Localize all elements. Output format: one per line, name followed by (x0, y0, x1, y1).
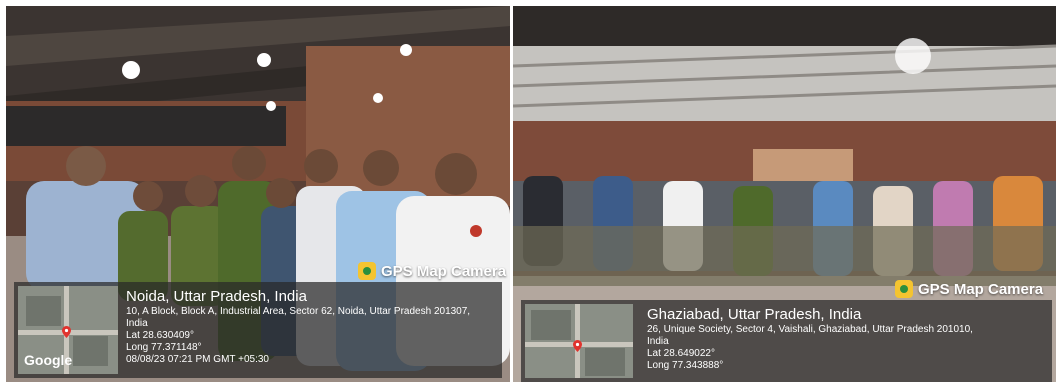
geotag-overlay: Ghaziabad, Uttar Pradesh, India 26, Uniq… (521, 300, 1052, 382)
gps-map-camera-icon (358, 262, 376, 280)
photo-ghaziabad: GPS Map Camera Ghaziabad, Uttar Pradesh,… (513, 6, 1056, 382)
badge-label: GPS Map Camera (381, 262, 507, 280)
location-title: Noida, Uttar Pradesh, India (126, 288, 307, 305)
address-line-1: 10, A Block, Block A, Industrial Area, S… (126, 306, 471, 317)
badge-label: GPS Map Camera (918, 280, 1044, 298)
timestamp: 08/08/23 07:21 PM GMT +05:30 (126, 354, 269, 365)
address-line-2: India (126, 318, 148, 329)
google-logo: Google (24, 352, 73, 368)
latitude: Lat 28.649022° (647, 348, 715, 359)
geotag-details: Ghaziabad, Uttar Pradesh, India 26, Uniq… (647, 306, 1046, 372)
photo-noida: GPS Map Camera Google Noida, Uttar Prade… (6, 6, 510, 382)
longitude: Long 77.371148° (126, 342, 202, 353)
gps-map-camera-icon (895, 280, 913, 298)
location-map-thumbnail (525, 304, 633, 378)
map-pin-icon (573, 340, 582, 352)
location-map-thumbnail: Google (18, 286, 118, 374)
longitude: Long 77.343888° (647, 360, 724, 371)
address-line-2: India (647, 336, 669, 347)
address-line-1: 26, Unique Society, Sector 4, Vaishali, … (647, 324, 973, 335)
location-title: Ghaziabad, Uttar Pradesh, India (647, 306, 862, 323)
geotag-details: Noida, Uttar Pradesh, India 10, A Block,… (126, 288, 496, 366)
gps-map-camera-badge: GPS Map Camera (895, 280, 1043, 298)
gps-map-camera-badge: GPS Map Camera (358, 262, 506, 280)
map-pin-icon (62, 326, 71, 338)
geotag-overlay: Google Noida, Uttar Pradesh, India 10, A… (14, 282, 502, 378)
latitude: Lat 28.630409° (126, 330, 194, 341)
